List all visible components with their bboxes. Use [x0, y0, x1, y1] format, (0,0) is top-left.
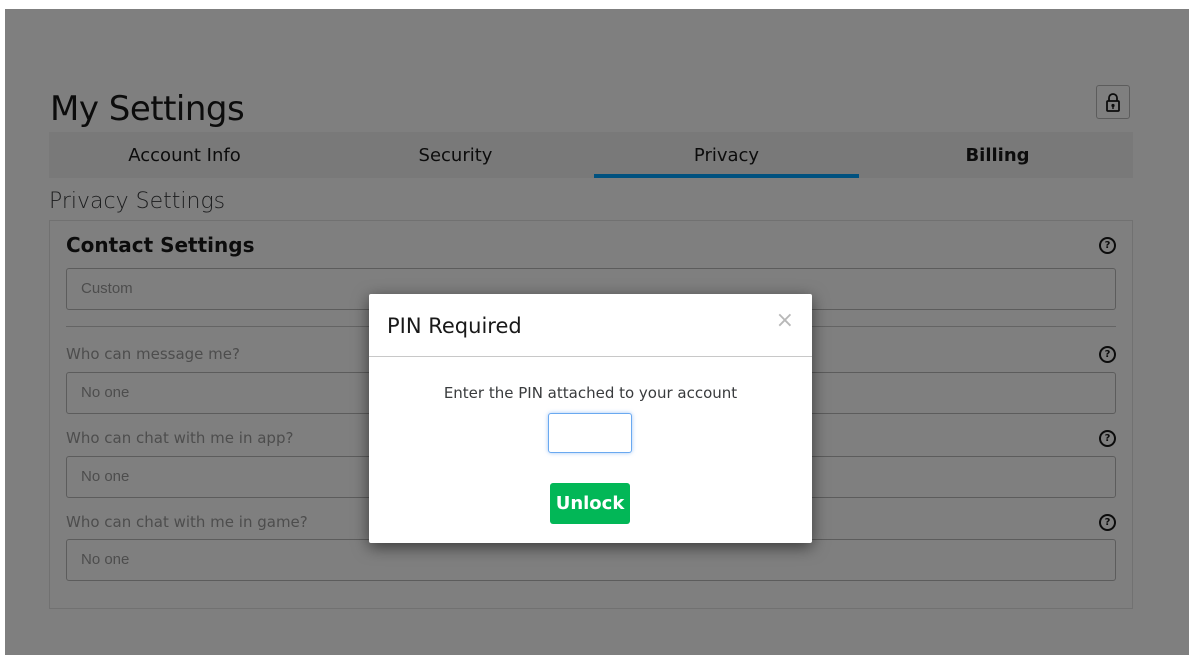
close-icon[interactable]: × — [776, 308, 794, 333]
modal-divider — [369, 356, 812, 357]
unlock-button[interactable]: Unlock — [550, 483, 630, 524]
modal-title: PIN Required — [387, 314, 522, 338]
pin-modal: PIN Required × Enter the PIN attached to… — [369, 294, 812, 543]
modal-message: Enter the PIN attached to your account — [443, 384, 738, 402]
settings-page: My Settings Account Info Security Privac… — [5, 9, 1189, 655]
pin-input[interactable] — [548, 413, 632, 453]
